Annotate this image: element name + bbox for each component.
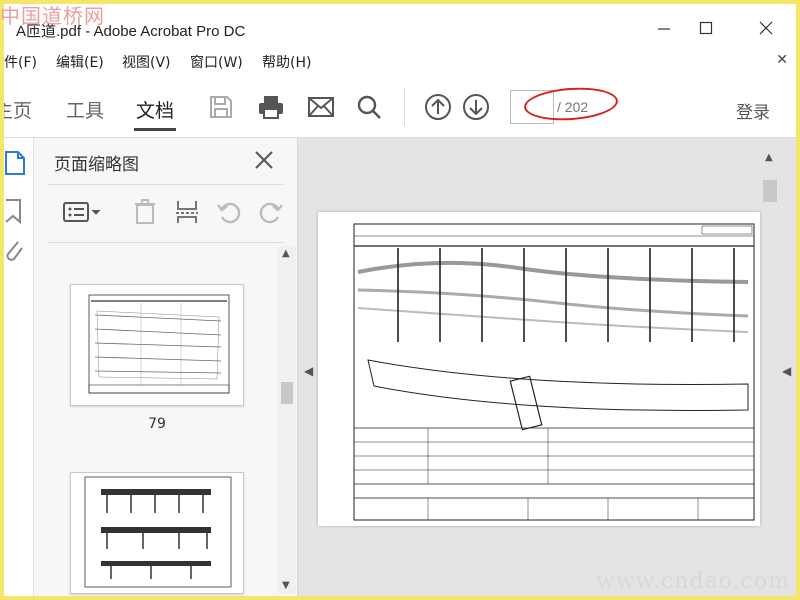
menu-help[interactable]: 帮助(H)	[262, 52, 311, 72]
scrollbar-thumb[interactable]	[281, 382, 293, 404]
close-window-button[interactable]	[756, 18, 776, 38]
menu-edit[interactable]: 编辑(E)	[56, 52, 104, 72]
page-thumbnails-panel: 页面缩略图 79 ▲ ▼	[34, 138, 298, 596]
scroll-down-icon[interactable]: ▼	[282, 580, 290, 591]
panel-divider	[48, 184, 284, 185]
page-thumbnail[interactable]	[70, 284, 244, 406]
scroll-up-icon[interactable]: ▲	[282, 248, 290, 259]
page-thumbnail[interactable]	[70, 472, 244, 594]
previous-page-icon[interactable]	[422, 91, 454, 123]
login-link[interactable]: 登录	[736, 98, 770, 123]
tab-tools[interactable]: 工具	[66, 96, 104, 123]
toolbar-separator	[404, 88, 405, 126]
watermark-bottom: www.cndao.com	[596, 569, 790, 594]
scroll-up-icon[interactable]: ▲	[765, 152, 773, 163]
tab-document[interactable]: 文档	[136, 96, 174, 123]
title-bar: A匝道.pdf - Adobe Acrobat Pro DC	[4, 4, 796, 42]
panel-toolbar	[34, 194, 298, 230]
document-view[interactable]: ◀ ▲ ◀	[298, 138, 796, 596]
menu-window[interactable]: 窗口(W)	[190, 52, 243, 72]
delete-page-icon[interactable]	[130, 198, 160, 226]
bookmarks-icon[interactable]	[4, 196, 28, 226]
tab-home[interactable]: 主页	[4, 96, 32, 123]
next-page-icon[interactable]	[460, 91, 492, 123]
extract-pages-icon[interactable]	[172, 198, 202, 226]
rotate-right-icon[interactable]	[256, 198, 286, 226]
close-document-icon[interactable]: ✕	[776, 52, 788, 68]
thumbnail-scrollbar[interactable]: ▲ ▼	[278, 246, 296, 594]
left-rail	[4, 138, 34, 596]
maximize-button[interactable]	[696, 18, 716, 38]
acrobat-window: A匝道.pdf - Adobe Acrobat Pro DC 件(F) 编辑(E…	[4, 4, 796, 596]
rotate-left-icon[interactable]	[214, 198, 244, 226]
panel-title: 页面缩略图	[54, 155, 139, 175]
scrollbar-thumb[interactable]	[763, 180, 777, 202]
collapse-right-arrow-icon[interactable]: ◀	[782, 364, 791, 378]
search-icon[interactable]	[353, 91, 385, 123]
close-panel-icon[interactable]	[252, 148, 276, 172]
collapse-left-arrow-icon[interactable]: ◀	[304, 364, 313, 378]
page-thumbnails-icon[interactable]	[4, 148, 28, 178]
save-icon[interactable]	[205, 91, 237, 123]
options-menu-icon[interactable]	[60, 198, 104, 226]
watermark-top: 中国道桥网	[0, 4, 105, 28]
print-icon[interactable]	[255, 91, 287, 123]
active-tab-indicator	[134, 128, 176, 131]
main-toolbar: 主页 工具 文档 / 202 登录	[4, 78, 796, 138]
attachments-icon[interactable]	[4, 236, 28, 266]
menu-bar: 件(F) 编辑(E) 视图(V) 窗口(W) 帮助(H) ✕	[4, 50, 796, 72]
minimize-button[interactable]	[654, 18, 674, 38]
menu-view[interactable]: 视图(V)	[122, 52, 171, 72]
thumbnail-page-number: 79	[148, 416, 166, 432]
document-page	[318, 212, 760, 526]
email-icon[interactable]	[305, 91, 337, 123]
menu-file[interactable]: 件(F)	[4, 52, 37, 72]
document-scrollbar[interactable]: ▲	[760, 148, 780, 588]
panel-divider	[48, 242, 284, 243]
